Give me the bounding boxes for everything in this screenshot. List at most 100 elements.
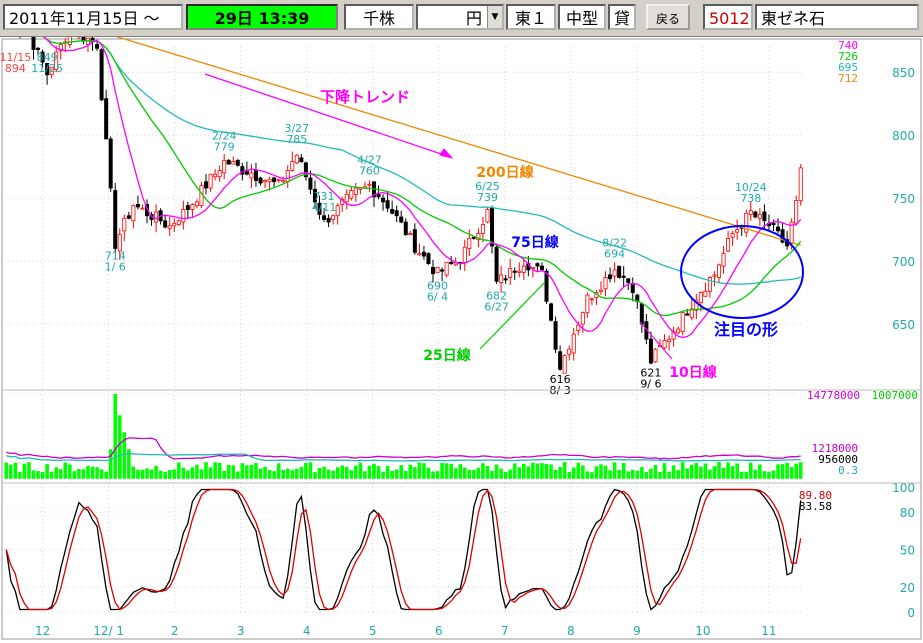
candle-body <box>712 274 717 277</box>
month-tick-label: 12 <box>35 624 50 638</box>
volume-bar <box>4 462 9 479</box>
candle-body <box>154 211 159 223</box>
ma-value-label: 712 <box>838 72 858 85</box>
stoch-tick-label: 0 <box>907 606 915 620</box>
candle-body <box>353 187 358 195</box>
candle-body <box>272 177 277 183</box>
time-field[interactable]: 29日 13:39 <box>186 4 338 30</box>
volume-bar <box>462 467 467 479</box>
volume-bar <box>753 469 758 479</box>
volume-bar <box>494 464 499 479</box>
candle-body <box>294 154 299 164</box>
candle-body <box>431 266 436 275</box>
candle-body <box>185 205 190 210</box>
candle-body <box>285 170 290 183</box>
volume-bar <box>581 465 585 479</box>
volume-bar <box>708 469 712 479</box>
volume-bar <box>217 462 222 479</box>
volume-bar <box>326 469 331 479</box>
volume-bar <box>186 470 190 479</box>
month-tick-label: 9 <box>633 624 641 638</box>
trend-arrow-line <box>204 73 451 158</box>
annotation-label: 739 <box>477 191 498 204</box>
volume-bar <box>18 471 22 479</box>
volume-bar <box>671 465 676 479</box>
volume-bar <box>45 464 49 479</box>
volume-bar <box>285 468 290 479</box>
volume-bar <box>413 467 417 479</box>
date-field[interactable]: 2011年11月15日 ～ <box>3 4 183 30</box>
volume-bar <box>440 462 444 479</box>
month-tick-label: 2 <box>171 624 179 638</box>
candle-body <box>612 269 617 277</box>
volume-bar <box>662 463 667 479</box>
volume-bar <box>176 462 181 479</box>
candle-body <box>499 274 504 283</box>
candle-body <box>308 177 313 190</box>
volume-bar <box>503 472 508 479</box>
candle-body <box>172 222 177 227</box>
volume-bar <box>658 471 662 479</box>
candle-body <box>776 226 781 232</box>
candle-body <box>598 289 603 292</box>
back-button[interactable]: 戻る <box>646 4 690 30</box>
candle-body <box>408 232 413 236</box>
candle-body <box>204 181 209 189</box>
volume-bar <box>13 462 18 479</box>
candle-body <box>762 211 767 222</box>
candle-body <box>490 207 495 247</box>
candle-body <box>567 348 572 355</box>
volume-bar <box>767 472 771 479</box>
volume-bar <box>190 467 195 479</box>
volume-bar <box>99 469 104 479</box>
chevron-down-icon[interactable]: ▼ <box>487 6 502 28</box>
volume-bar <box>349 470 354 479</box>
volume-bar <box>63 462 68 479</box>
unit-label: 千株 <box>344 4 414 30</box>
volume-bar <box>304 462 308 479</box>
month-tick-label: 6 <box>435 624 443 638</box>
candle-body <box>558 351 563 370</box>
candle-body <box>735 229 740 233</box>
annotation-label: 779 <box>214 141 235 154</box>
volume-bar <box>90 466 95 479</box>
candle-body <box>213 173 218 178</box>
volume-bar <box>476 467 481 479</box>
volume-bar <box>485 466 490 479</box>
candle-body <box>485 209 490 223</box>
volume-bar <box>358 462 363 479</box>
candle-body <box>335 205 340 217</box>
volume-bar <box>689 464 694 479</box>
chart-area: 850 800 750 700 650 12 12/ 1 2 3 4 5 6 7 8 9 10 11 740 726… <box>0 37 923 643</box>
volume-bar <box>685 468 690 479</box>
volume-bar <box>694 462 699 479</box>
stoch-tick-label: 20 <box>900 581 915 595</box>
stoch-tick-label: 80 <box>900 506 915 520</box>
candle-body <box>798 167 803 202</box>
volume-value-label: 0.3 <box>838 464 858 477</box>
currency-select[interactable]: 円 ▼ <box>416 4 504 30</box>
candle-body <box>480 224 485 234</box>
volume-bar <box>372 463 376 479</box>
volume-bar <box>245 465 249 479</box>
volume-bar <box>113 394 118 479</box>
candle-body <box>626 278 631 283</box>
candle-body <box>385 200 390 209</box>
candle-body <box>226 159 231 165</box>
candle-body <box>603 277 608 290</box>
volume-bar <box>340 465 345 479</box>
candle-body <box>276 178 281 181</box>
volume-bar <box>181 467 186 479</box>
candle-body <box>263 180 268 183</box>
candle-body <box>126 215 131 219</box>
annotation-label: 6/27 <box>484 301 509 314</box>
volume-bar <box>308 462 313 479</box>
month-tick-label: 8 <box>567 624 575 638</box>
volume-bar <box>626 471 631 479</box>
volume-bar <box>77 468 81 479</box>
volume-bar <box>680 462 685 479</box>
stoch-value-label: 83.58 <box>799 500 832 513</box>
code-field[interactable]: 5012 <box>703 4 753 30</box>
candle-body <box>390 209 395 214</box>
volume-bar <box>667 471 671 479</box>
